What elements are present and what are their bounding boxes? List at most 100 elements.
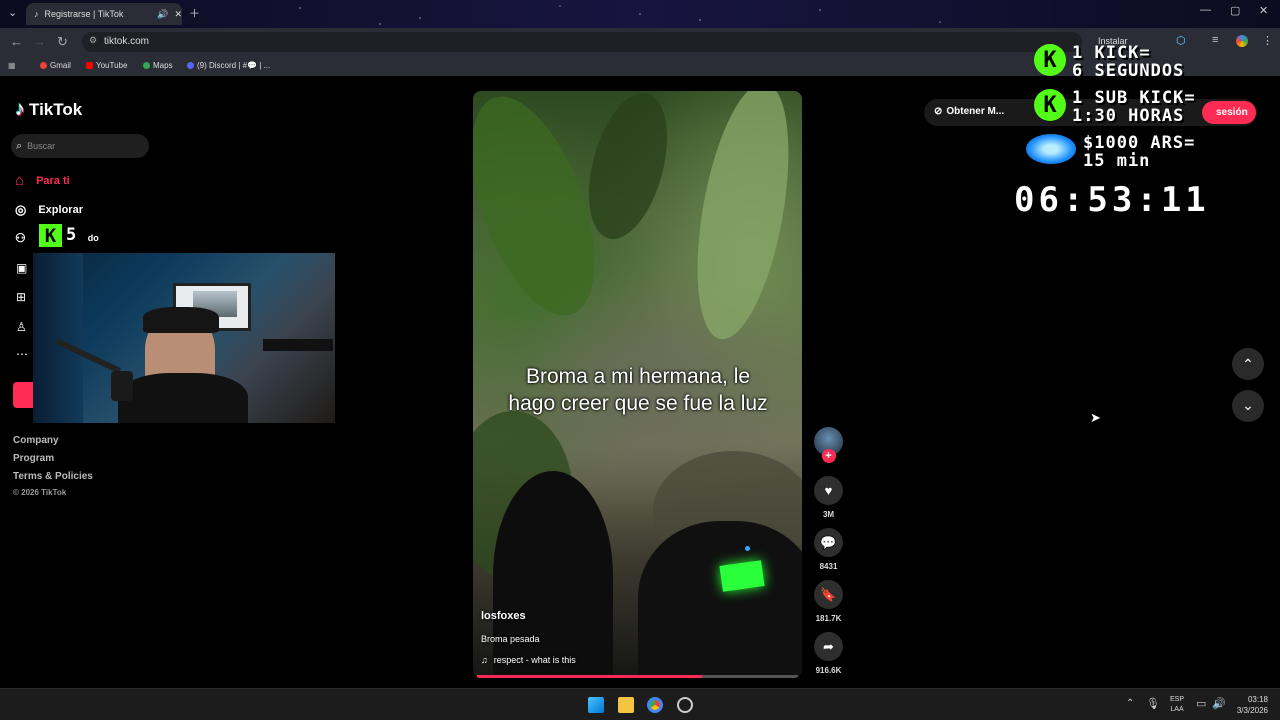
file-explorer-icon[interactable] [618,697,634,713]
language-indicator[interactable]: ESP LAA [1170,695,1184,715]
video-caption: Broma a mi hermana, le hago creer que se… [508,365,768,415]
nav-for-you[interactable]: ⌂ Para ti [15,172,70,189]
bookmark-youtube[interactable]: YouTube [86,61,127,70]
mic-tray-icon[interactable]: 🎙 [1146,697,1160,710]
search-icon: ⌕ [16,139,23,152]
windows-start-icon[interactable] [588,697,604,713]
app-icon: ⊘ [934,106,943,117]
upload-icon[interactable]: ⊞ [16,290,26,304]
tray-chevron-icon[interactable]: ⌃ [1126,698,1134,709]
tab-title: Registrarse | TikTok [44,9,124,19]
tiktok-logo[interactable]: ♪ TikTok [15,98,82,121]
kick-logo-icon: K [39,224,62,247]
footer-company[interactable]: Company [13,435,59,446]
close-tab-icon[interactable]: ✕ [174,9,182,20]
video-sound[interactable]: ♫ respect - what is this [481,655,576,665]
youtube-icon [86,62,93,69]
microphone-icon [111,371,133,401]
site-info-icon[interactable]: ⚙ [89,35,97,46]
get-app-button[interactable]: ⊘ Obtener M... [934,106,1004,117]
gmail-icon [40,62,47,69]
video-progress-fill [477,675,702,678]
login-button[interactable] [13,382,35,408]
apps-icon[interactable]: ▦ [8,61,16,70]
mouse-cursor-icon: ➤ [1090,410,1101,425]
creator-avatar[interactable]: + [814,427,843,463]
comment-button[interactable]: 💬 8431 [814,528,843,571]
bookmark-gmail[interactable]: Gmail [40,61,71,70]
login-pill-button[interactable]: sesión [1202,101,1256,124]
menu-icon[interactable]: ⋮ [1262,34,1273,47]
search-input[interactable]: Buscar [27,141,55,151]
chrome-icon[interactable] [647,697,663,713]
browser-tab[interactable]: ♪ Registrarse | TikTok 🔊 ✕ [26,3,182,25]
profile-avatar[interactable] [1236,35,1248,47]
home-icon: ⌂ [15,172,25,189]
music-note-icon: ♫ [481,655,488,665]
more-icon[interactable]: ⋯ [16,347,28,361]
nav-explore-label: Explorar [38,204,83,216]
video-player[interactable]: Broma a mi hermana, le hago creer que se… [473,91,802,678]
bookmark-discord[interactable]: (9) Discord | #💬 | ... [187,61,270,70]
footer-copyright: © 2026 TikTok [13,488,67,497]
video-author[interactable]: losfoxes [481,610,526,622]
maps-icon [143,62,150,69]
footer-terms[interactable]: Terms & Policies [13,471,93,482]
compass-icon: ◎ [15,202,27,217]
nav-following-label: do [87,233,99,243]
windows-taskbar: ⌃ 🎙 ESP LAA ▭ 🔊 03:18 3/3/2026 [0,688,1280,720]
footer-program[interactable]: Program [13,453,54,464]
minimize-button[interactable]: — [1200,4,1211,16]
reload-icon[interactable]: ↻ [57,34,68,50]
share-button[interactable]: ➦ 916.6K [814,632,843,675]
sound-label: respect - what is this [493,655,576,665]
url-field[interactable]: ⚙ tiktok.com [82,32,1082,52]
network-icon[interactable]: ▭ [1196,697,1206,710]
nav-explore[interactable]: ◎ Explorar [15,202,83,218]
following-icon: ⚇ [15,231,26,245]
share-icon: ➦ [814,632,843,661]
clock[interactable]: 03:18 3/3/2026 [1232,694,1268,716]
browser-tab-bar: ⌄ ♪ Registrarse | TikTok 🔊 ✕ ＋ — ▢ ✕ [0,0,1280,28]
media-icon[interactable]: ≡ [1212,34,1218,46]
maximize-button[interactable]: ▢ [1230,4,1240,17]
like-button[interactable]: ♥ 3M [814,476,843,519]
live-icon[interactable]: ▣ [16,261,27,275]
bookmark-icon: 🔖 [814,580,843,609]
search-box[interactable]: ⌕ Buscar [11,134,149,158]
profile-icon[interactable]: ♙ [16,320,27,334]
comment-icon: 💬 [814,528,843,557]
save-button[interactable]: 🔖 181.7K [814,580,843,623]
nav-for-you-label: Para ti [36,174,70,187]
streamer-cap [143,307,219,333]
tiktok-note-icon: ♪ [15,98,25,120]
sub-kick-rate-line: 1 SUB KICK= 1:30 HORAS [1072,88,1196,126]
logo-text: TikTok [29,99,83,119]
previous-video-button[interactable]: ⌃ [1232,348,1264,380]
save-count: 181.7K [815,614,842,623]
streamer-shirt [118,373,248,423]
streamer-webcam [33,253,335,423]
subathon-timer: 06:53:11 [1014,180,1210,220]
video-description: Broma pesada [481,634,540,644]
tab-search-icon[interactable]: ⌄ [8,6,17,19]
follow-plus-icon[interactable]: + [821,449,836,463]
back-icon[interactable]: ← [10,34,23,49]
forward-icon[interactable]: → [33,34,46,49]
volume-icon[interactable]: 🔊 [1212,697,1226,710]
speaker-icon[interactable]: 🔊 [157,9,168,20]
bookmark-maps[interactable]: Maps [143,61,173,70]
discord-icon [187,62,194,69]
next-video-button[interactable]: ⌄ [1232,390,1264,422]
obs-icon[interactable] [677,697,693,713]
kick-sub-badge-icon: K [1034,89,1066,121]
share-count: 916.6K [815,666,842,675]
chevron-up-icon: ⌃ [1242,356,1254,372]
ars-rate-line: $1000 ARS= 15 min [1083,133,1196,171]
close-window-button[interactable]: ✕ [1259,4,1268,17]
tiktok-favicon-icon: ♪ [34,9,39,19]
handshake-icon [1026,134,1076,164]
video-progress-bar[interactable] [477,675,798,678]
url-text: tiktok.com [104,36,150,47]
new-tab-button[interactable]: ＋ [189,5,200,21]
